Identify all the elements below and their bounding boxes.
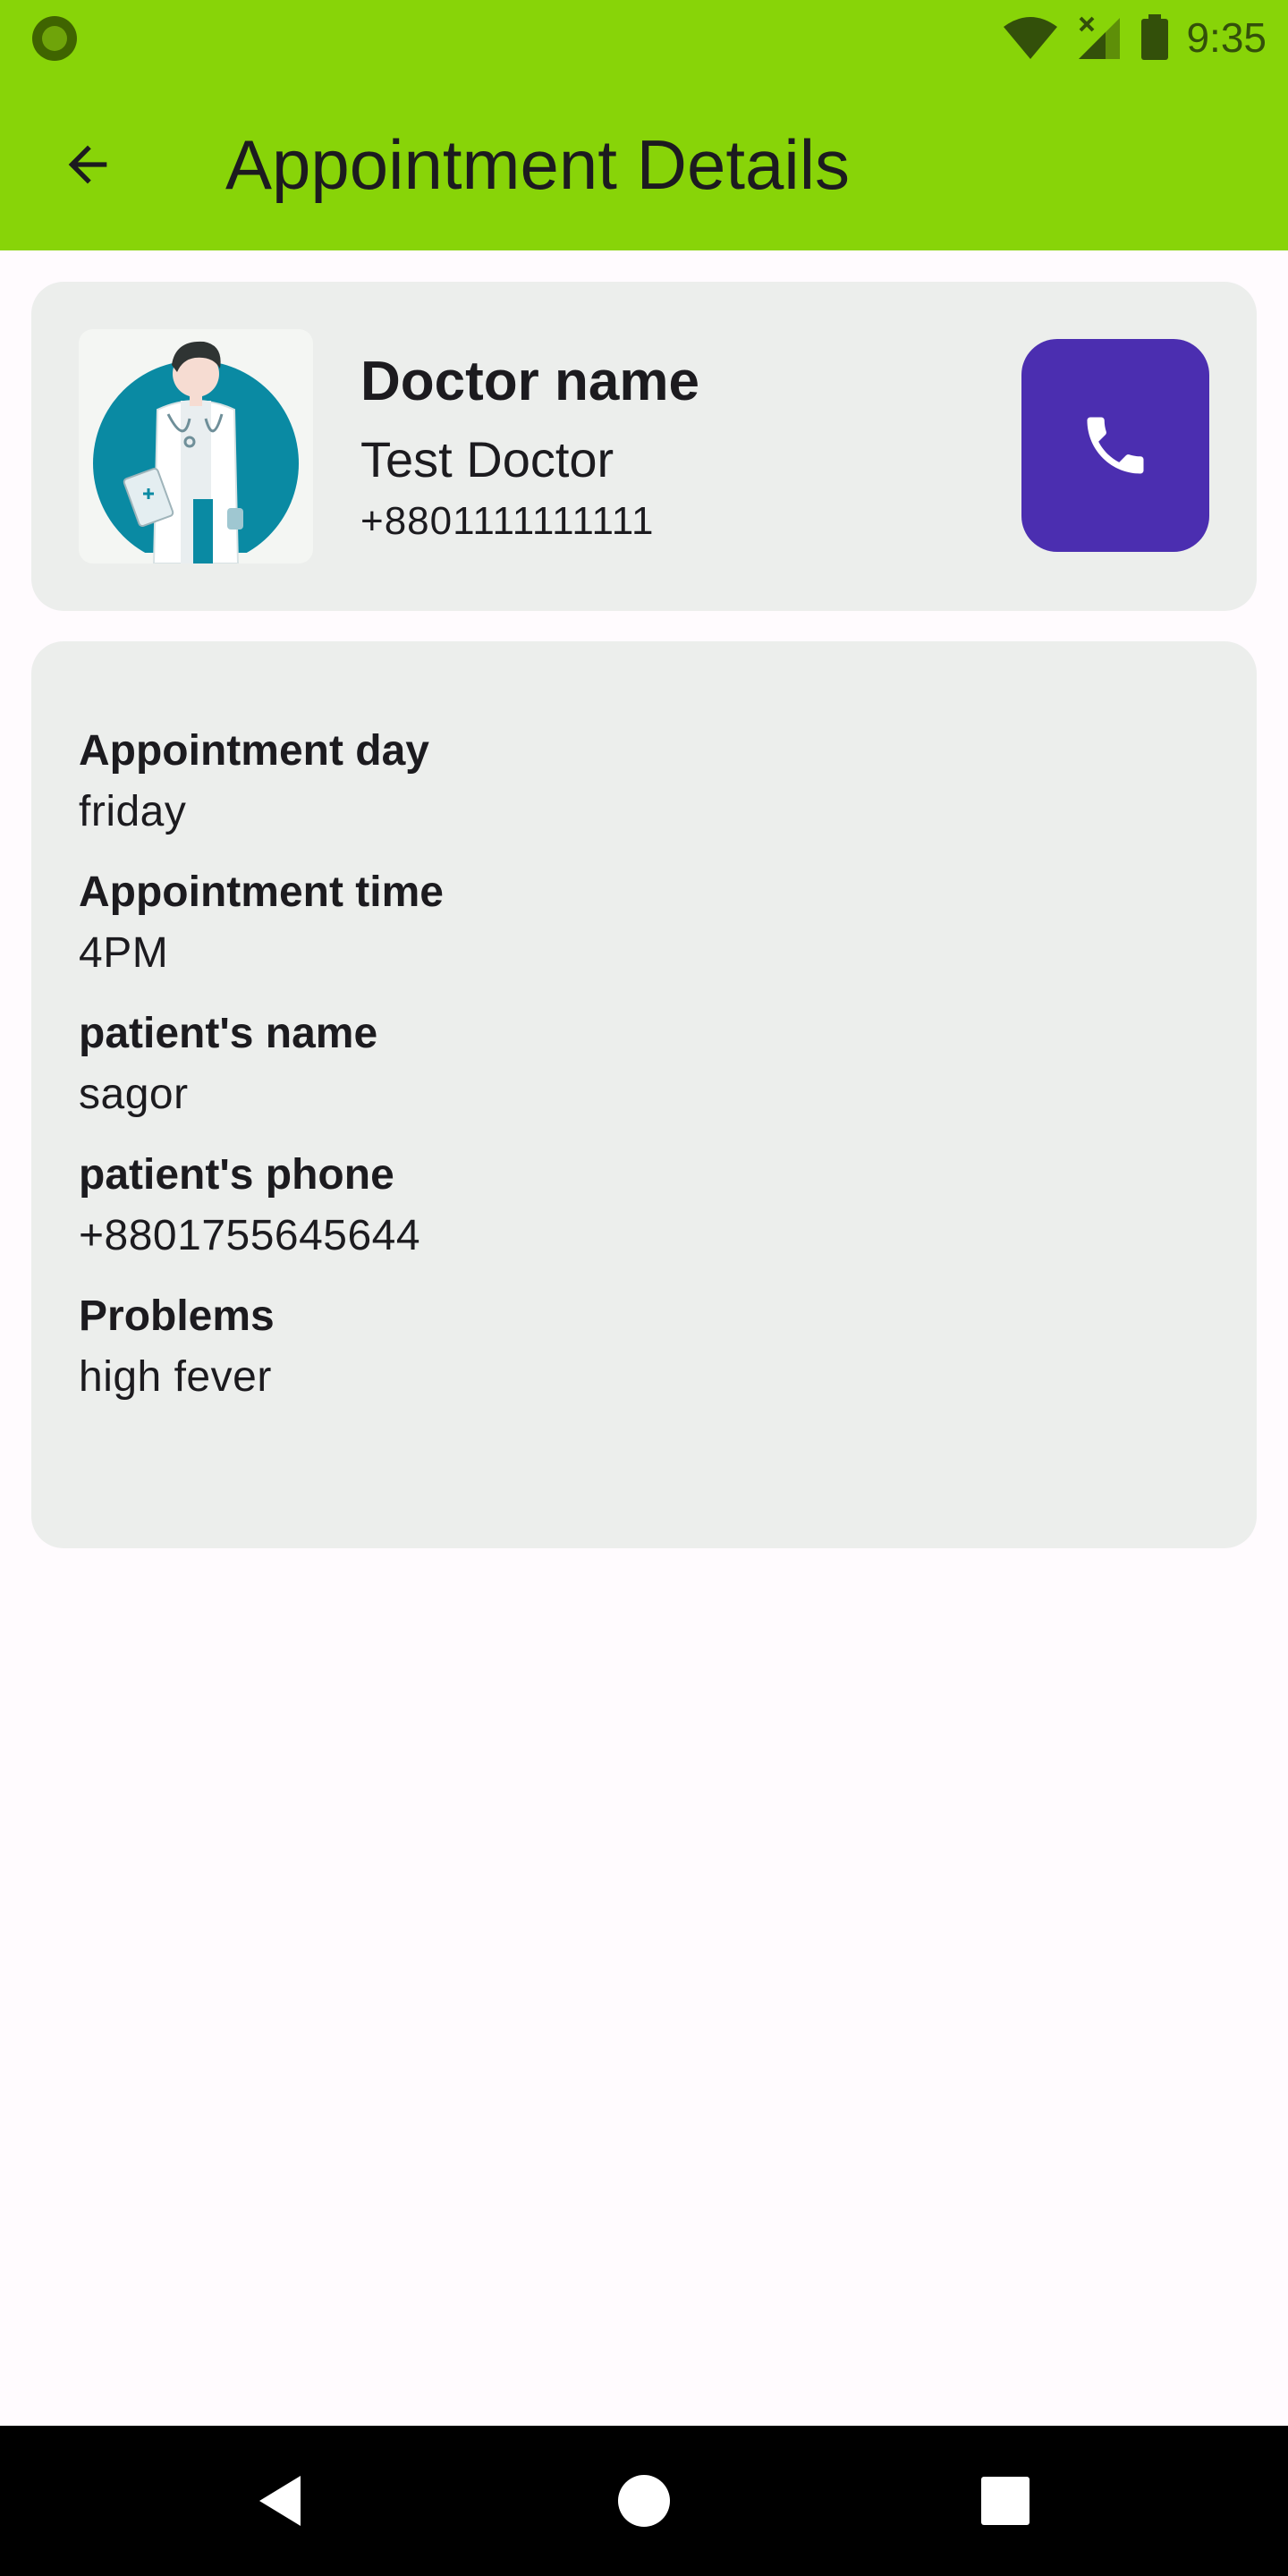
app-bar: Appointment Details (0, 75, 1288, 250)
system-navigation-bar (0, 2426, 1288, 2576)
doctor-name-label: Doctor name (360, 351, 699, 412)
wifi-icon (1004, 17, 1058, 59)
doctor-name: Test Doctor (360, 431, 614, 487)
detail-value: 4PM (79, 929, 169, 977)
triangle-back-icon (259, 2476, 301, 2526)
detail-label: Problems (79, 1292, 275, 1340)
detail-patient-name: patient's name sagor (79, 1008, 1257, 1124)
battery-icon (1141, 14, 1169, 60)
notification-icon (32, 16, 77, 61)
page-title: Appointment Details (225, 125, 851, 204)
detail-value: +8801755645644 (79, 1212, 421, 1259)
status-bar: 9:35 (0, 0, 1288, 75)
doctor-illustration-icon (93, 341, 299, 564)
detail-patient-phone: patient's phone +8801755645644 (79, 1149, 1257, 1266)
doctor-phone: +8801111111111 (360, 499, 655, 543)
detail-label: patient's name (79, 1010, 378, 1057)
nav-home-button[interactable] (599, 2456, 689, 2546)
detail-appointment-time: Appointment time 4PM (79, 867, 1257, 983)
square-recents-icon (981, 2477, 1030, 2525)
detail-value: friday (79, 788, 187, 835)
detail-label: patient's phone (79, 1151, 394, 1199)
doctor-card: Doctor name Test Doctor +8801111111111 (31, 282, 1257, 611)
appointment-details-card: Appointment day friday Appointment time … (31, 641, 1257, 1548)
status-time: 9:35 (1186, 14, 1267, 61)
cellular-signal-icon (1079, 16, 1121, 59)
detail-label: Appointment time (79, 869, 444, 916)
circle-home-icon (618, 2475, 670, 2527)
detail-value: sagor (79, 1071, 189, 1118)
status-icons: 9:35 (1002, 9, 1267, 66)
detail-problems: Problems high fever (79, 1291, 1257, 1407)
detail-value: high fever (79, 1353, 272, 1401)
detail-label: Appointment day (79, 727, 429, 775)
call-doctor-button[interactable] (1021, 339, 1209, 552)
nav-recents-button[interactable] (961, 2456, 1050, 2546)
back-button[interactable] (43, 120, 132, 209)
arrow-left-icon (68, 145, 107, 184)
phone-icon (1087, 417, 1144, 474)
nav-back-button[interactable] (236, 2456, 326, 2546)
doctor-avatar (79, 329, 313, 564)
detail-appointment-day: Appointment day friday (79, 725, 1257, 842)
